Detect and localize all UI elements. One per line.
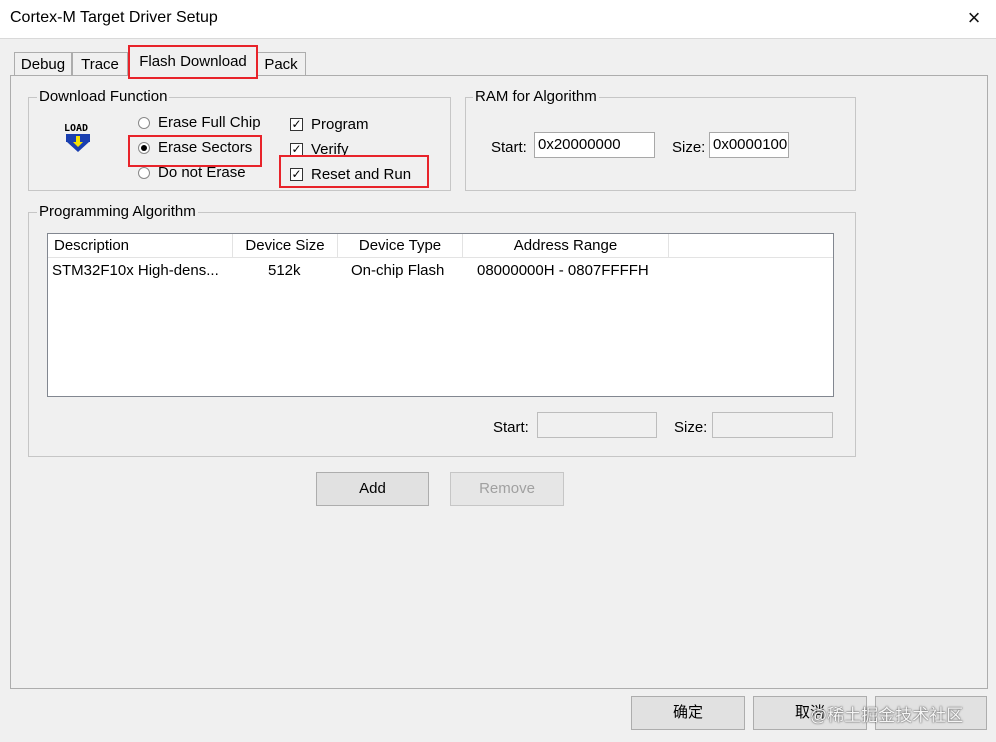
title-bar: Cortex-M Target Driver Setup × — [0, 0, 996, 39]
window-title: Cortex-M Target Driver Setup — [10, 9, 218, 26]
do-not-erase-radio[interactable] — [138, 167, 150, 179]
algorithm-list[interactable]: Description Device Size Device Type Addr… — [47, 233, 834, 397]
tab-flash-download[interactable]: Flash Download — [128, 46, 258, 78]
load-icon-text: LOAD — [64, 123, 88, 134]
column-header-empty — [669, 234, 833, 258]
reset-and-run-label[interactable]: Reset and Run — [311, 166, 411, 184]
ram-size-input[interactable]: 0x0000100 — [709, 132, 789, 158]
ram-legend: RAM for Algorithm — [473, 88, 599, 106]
column-header-device-size[interactable]: Device Size — [233, 234, 338, 258]
ok-button[interactable]: 确定 — [631, 696, 745, 730]
ram-start-label: Start: — [491, 139, 527, 156]
erase-full-chip-label[interactable]: Erase Full Chip — [158, 114, 261, 132]
verify-checkbox[interactable]: ✓ — [290, 143, 303, 156]
algo-start-label: Start: — [493, 419, 529, 436]
cell-address-range: 08000000H - 0807FFFFH — [477, 262, 649, 279]
program-label[interactable]: Program — [311, 116, 369, 134]
algo-size-input[interactable] — [712, 412, 833, 438]
tab-debug[interactable]: Debug — [14, 52, 72, 77]
download-function-legend: Download Function — [37, 88, 170, 106]
cell-description: STM32F10x High-dens... — [52, 262, 219, 279]
add-button[interactable]: Add — [316, 472, 429, 506]
ram-start-input[interactable]: 0x20000000 — [534, 132, 655, 158]
column-header-address-range[interactable]: Address Range — [463, 234, 669, 258]
cell-device-size: 512k — [268, 262, 301, 279]
reset-and-run-checkbox[interactable]: ✓ — [290, 168, 303, 181]
remove-button[interactable]: Remove — [450, 472, 564, 506]
close-icon[interactable]: × — [958, 2, 990, 34]
load-icon: LOAD — [62, 120, 94, 154]
verify-label[interactable]: Verify — [311, 141, 349, 159]
erase-sectors-radio[interactable] — [138, 142, 150, 154]
program-checkbox[interactable]: ✓ — [290, 118, 303, 131]
ram-size-label: Size: — [672, 139, 706, 156]
column-header-description[interactable]: Description — [48, 234, 233, 258]
column-header-device-type[interactable]: Device Type — [338, 234, 463, 258]
erase-sectors-label[interactable]: Erase Sectors — [158, 139, 252, 157]
cell-device-type: On-chip Flash — [351, 262, 445, 279]
programming-algorithm-legend: Programming Algorithm — [37, 203, 198, 221]
algo-start-input[interactable] — [537, 412, 657, 438]
tab-trace[interactable]: Trace — [72, 52, 128, 77]
table-row[interactable]: STM32F10x High-dens... 512k On-chip Flas… — [48, 260, 833, 282]
algo-size-label: Size: — [674, 419, 708, 436]
do-not-erase-label[interactable]: Do not Erase — [158, 164, 246, 182]
watermark: @稀土掘金技术社区 — [810, 706, 964, 725]
erase-full-chip-radio[interactable] — [138, 117, 150, 129]
tab-pack[interactable]: Pack — [256, 52, 306, 77]
